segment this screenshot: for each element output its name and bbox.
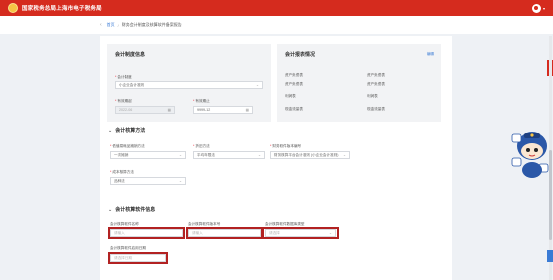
report-item: 资产负债表	[285, 73, 303, 77]
chevron-down-icon: ⌄	[342, 153, 346, 157]
valid-from-label: *有效期起	[115, 99, 132, 103]
inventory-select[interactable]: 财务核算平台会计准则 (小企业会计准则) ⌄	[270, 151, 350, 159]
back-arrow-icon[interactable]: ‹	[100, 22, 102, 28]
calendar-icon: ▦	[245, 108, 249, 112]
report-item: 现金流量表	[367, 107, 385, 111]
chevron-down-icon: ⌄	[178, 153, 182, 157]
costing-label: *成本核算方法	[110, 170, 134, 174]
breadcrumb-home[interactable]: 首页	[107, 22, 115, 28]
edit-link[interactable]: 编辑	[427, 52, 434, 57]
software-version-input[interactable]: 请输入	[188, 229, 261, 237]
accounting-system-card: 会计制度信息 *会计制度 小企业会计准则 ⌄ *有效期起 2022-06 ▦ *…	[107, 44, 271, 122]
valid-to-label: *有效期止	[193, 99, 210, 103]
report-item: 利润表	[285, 94, 296, 98]
report-info-card: 会计报表情况 编辑 资产负债表 资产负债表 资产负债表 资产负债表 利润表 利润…	[277, 44, 441, 122]
emblem-icon	[8, 3, 18, 13]
chevron-down-icon: ⌄	[108, 128, 113, 134]
chevron-down-icon: ⌄	[328, 231, 332, 235]
chevron-down-icon: ⌄	[257, 153, 261, 157]
valid-to-field[interactable]: 9999-12 ▦	[193, 106, 253, 114]
enable-date-label: 会计核算软件启用日期	[110, 246, 146, 250]
chevron-down-icon[interactable]: ▾	[543, 6, 545, 11]
report-item: 利润表	[367, 94, 378, 98]
method-section-title[interactable]: ⌄ 会计核算方法	[108, 127, 145, 134]
chevron-down-icon: ⌄	[108, 207, 113, 213]
avatar[interactable]	[531, 3, 541, 13]
software-name-input[interactable]: 请输入	[110, 229, 183, 237]
breadcrumb-current: 财务会计制度及核算软件备案报告	[121, 22, 182, 27]
breadcrumb: ‹ 首页 / 财务会计制度及核算软件备案报告	[0, 16, 553, 34]
accounting-system-label: *会计制度	[115, 75, 132, 79]
report-item: 资产负债表	[367, 82, 385, 86]
card-title: 会计报表情况	[285, 52, 316, 58]
report-item: 现金流量表	[285, 107, 303, 111]
user-icon	[534, 6, 539, 10]
accounting-system-select[interactable]: 小企业会计准则 ⌄	[115, 81, 263, 89]
calendar-icon: ▦	[167, 108, 171, 112]
depreciation-select[interactable]: 一次摊销 ⌄	[110, 151, 186, 159]
report-item: 资产负债表	[367, 73, 385, 77]
site-title: 国家税务总局上海市电子税务局	[22, 6, 102, 12]
enable-date-picker[interactable]: 请选择日期	[110, 254, 166, 262]
valid-from-field: 2022-06 ▦	[115, 106, 175, 114]
assistant-mascot-icon[interactable]	[510, 124, 550, 182]
main-panel: 会计制度信息 *会计制度 小企业会计准则 ⌄ *有效期起 2022-06 ▦ *…	[100, 36, 452, 280]
inventory-label: *财务软件版本编号	[270, 144, 302, 148]
chevron-down-icon: ⌄	[255, 83, 259, 87]
database-type-select[interactable]: 请选择 ⌄	[265, 229, 336, 237]
database-type-label: 会计核算软件数据库类型	[265, 222, 305, 226]
card-title: 会计制度信息	[115, 52, 146, 58]
software-version-label: 会计核算软件版本号	[188, 222, 221, 226]
side-tab[interactable]	[547, 250, 553, 262]
breadcrumb-separator: /	[117, 22, 119, 28]
depreciation-label: *低值易耗品摊销方法	[110, 144, 145, 148]
chevron-down-icon: ⌄	[178, 179, 182, 183]
report-item: 资产负债表	[285, 82, 303, 86]
cost-method-select[interactable]: 平均年限法 ⌄	[193, 151, 265, 159]
user-menu[interactable]: ▾	[531, 3, 545, 13]
software-name-label: 会计核算软件名称	[110, 222, 139, 226]
top-header: 国家税务总局上海市电子税务局 ▾	[0, 0, 553, 16]
cost-method-label: *折旧方法	[193, 144, 210, 148]
costing-select[interactable]: 品种法 ⌄	[110, 177, 186, 185]
software-section-title[interactable]: ⌄ 会计核算软件信息	[108, 206, 155, 213]
